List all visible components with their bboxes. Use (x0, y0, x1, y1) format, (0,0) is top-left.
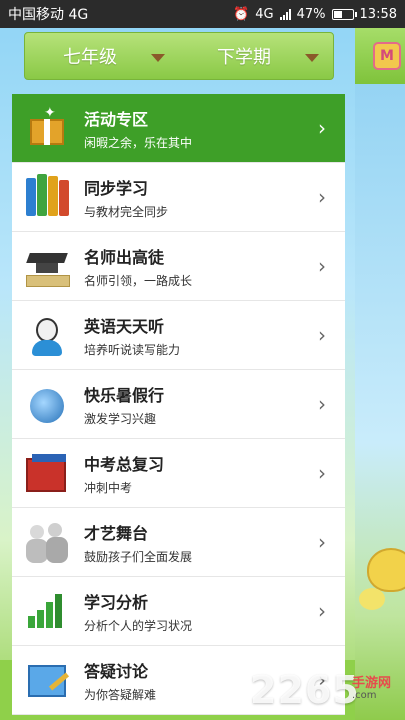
bar-chart-icon (24, 588, 70, 634)
watermark-brand: 2265 (250, 668, 360, 712)
gift-icon: ✦ (24, 105, 70, 151)
menu-item-subtitle: 闲暇之余，乐在其中 (84, 135, 193, 150)
menu-item-title: 快乐暑假行 (84, 385, 165, 405)
dropdown-arrow-icon (305, 54, 319, 62)
grade-selector: 七年级 下学期 (24, 32, 334, 80)
menu-item-subtitle: 与教材完全同步 (84, 204, 169, 219)
network-type-label: 4G (255, 6, 274, 22)
menu-item-subtitle: 鼓励孩子们全面发展 (84, 549, 193, 564)
menu-item-title: 活动专区 (84, 109, 149, 129)
menu-item-title: 学习分析 (84, 592, 149, 612)
app-logo-icon[interactable]: M (373, 42, 401, 70)
chevron-right-icon: › (318, 254, 326, 278)
chevron-right-icon: › (318, 599, 326, 623)
book-stack-icon (24, 450, 70, 496)
side-panel: M (355, 28, 405, 720)
menu-item-daily-english[interactable]: 英语天天听 培养听说读写能力 › (12, 301, 345, 370)
menu-item-famous-teachers[interactable]: 名师出高徒 名师引领，一路成长 › (12, 232, 345, 301)
chevron-right-icon: › (318, 116, 326, 140)
watermark-text: 手游网 (352, 676, 392, 691)
menu-item-title: 名师出高徒 (84, 247, 165, 267)
menu-item-subtitle: 冲刺中考 (84, 480, 133, 495)
globe-icon (24, 381, 70, 427)
bush-decoration-icon (359, 588, 385, 610)
grade-label: 七年级 (63, 47, 117, 68)
menu-list: ✦ 活动专区 闲暇之余，乐在其中 › 同步学习 与教材完全同步 › 名师出高徒 … (12, 94, 345, 715)
headset-person-icon (24, 312, 70, 358)
menu-item-subtitle: 激发学习兴趣 (84, 411, 157, 426)
status-icons: ⏰ 4G 47% 13:58 (233, 7, 397, 22)
menu-item-talent-stage[interactable]: 才艺舞台 鼓励孩子们全面发展 › (12, 508, 345, 577)
grade-dropdown[interactable]: 七年级 (25, 33, 179, 79)
battery-icon (331, 8, 357, 20)
chalkboard-icon (24, 657, 70, 703)
alarm-icon: ⏰ (233, 6, 250, 22)
side-panel-header: M (355, 28, 405, 84)
watermark-url: .com (352, 690, 377, 701)
menu-item-subtitle: 名师引领，一路成长 (84, 273, 193, 288)
menu-item-summer-trip[interactable]: 快乐暑假行 激发学习兴趣 › (12, 370, 345, 439)
chevron-right-icon: › (318, 392, 326, 416)
graduation-cap-icon (24, 243, 70, 289)
tree-decoration-icon (367, 548, 405, 592)
menu-item-title: 才艺舞台 (84, 523, 149, 543)
books-icon (24, 174, 70, 220)
chevron-right-icon: › (318, 323, 326, 347)
term-dropdown[interactable]: 下学期 (179, 33, 333, 79)
menu-item-study-analysis[interactable]: 学习分析 分析个人的学习状况 › (12, 577, 345, 646)
people-icon (24, 519, 70, 565)
dropdown-arrow-icon (151, 54, 165, 62)
menu-item-subtitle: 分析个人的学习状况 (84, 618, 193, 633)
battery-percent: 47% (296, 6, 326, 22)
term-label: 下学期 (217, 47, 271, 68)
carrier-label: 中国移动 4G (8, 7, 89, 23)
menu-item-activities[interactable]: ✦ 活动专区 闲暇之余，乐在其中 › (12, 94, 345, 163)
menu-item-exam-review[interactable]: 中考总复习 冲刺中考 › (12, 439, 345, 508)
main-panel: 七年级 下学期 ✦ 活动专区 闲暇之余，乐在其中 › 同步学习 与教材完全同步 … (0, 28, 355, 720)
menu-item-sync-study[interactable]: 同步学习 与教材完全同步 › (12, 163, 345, 232)
chevron-right-icon: › (318, 461, 326, 485)
chevron-right-icon: › (318, 185, 326, 209)
menu-item-subtitle: 培养听说读写能力 (84, 342, 181, 357)
signal-icon (279, 8, 291, 20)
menu-item-title: 中考总复习 (84, 454, 165, 474)
menu-item-title: 同步学习 (84, 178, 149, 198)
menu-item-title: 英语天天听 (84, 316, 165, 336)
clock: 13:58 (359, 6, 397, 22)
status-bar: 中国移动 4G ⏰ 4G 47% 13:58 (0, 0, 405, 28)
chevron-right-icon: › (318, 530, 326, 554)
